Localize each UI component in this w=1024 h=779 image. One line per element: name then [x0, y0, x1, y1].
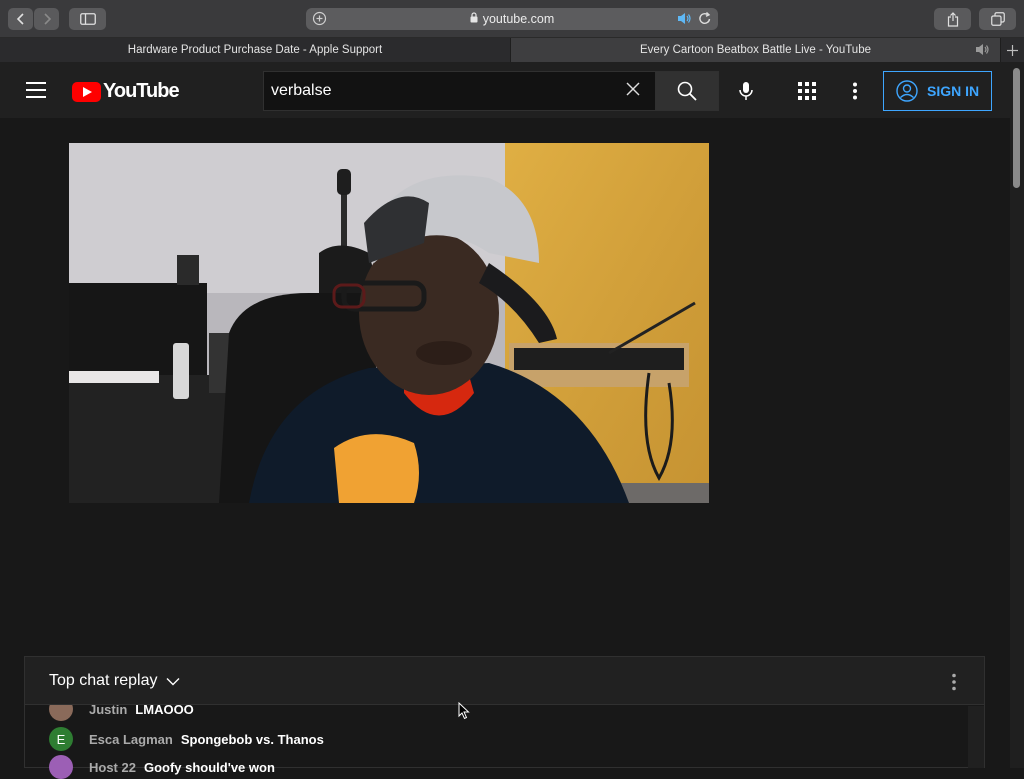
scrollbar-thumb[interactable]: [1013, 68, 1020, 188]
sidebar-icon: [79, 13, 96, 25]
plus-icon: [1007, 44, 1018, 56]
chat-author: Host 22: [89, 759, 136, 775]
tab-audio-icon[interactable]: [974, 43, 990, 59]
back-button[interactable]: [8, 8, 33, 30]
avatar: E: [49, 727, 73, 751]
browser-toolbar: youtube.com: [0, 0, 1024, 38]
forward-button[interactable]: [34, 8, 59, 30]
apps-grid-icon[interactable]: [798, 82, 816, 105]
search-button[interactable]: [655, 71, 719, 111]
search-input-value: verbalse: [271, 82, 332, 99]
tab-apple-support[interactable]: Hardware Product Purchase Date - Apple S…: [0, 38, 511, 62]
lock-icon: [470, 12, 478, 26]
youtube-play-icon: [72, 81, 101, 102]
address-text: youtube.com: [482, 12, 555, 26]
sign-in-button[interactable]: SIGN IN: [883, 71, 992, 111]
page-scrollbar[interactable]: [1010, 62, 1024, 768]
chat-author: Esca Lagman: [89, 731, 173, 747]
video-player[interactable]: [69, 143, 709, 503]
address-bar[interactable]: youtube.com: [306, 8, 718, 30]
search-input[interactable]: verbalse: [263, 71, 656, 111]
chat-more-options-icon[interactable]: [951, 673, 957, 696]
youtube-logo[interactable]: YouTube: [72, 80, 180, 103]
tabs-icon: [990, 12, 1005, 26]
share-icon: [947, 11, 958, 27]
sidebar-toggle-button[interactable]: [69, 8, 106, 30]
chevron-down-icon: [166, 677, 180, 685]
search-icon: [677, 81, 697, 101]
chat-mode-dropdown-overlay[interactable]: Top chat replay: [49, 672, 180, 690]
tab-title: Hardware Product Purchase Date - Apple S…: [127, 44, 383, 56]
share-button[interactable]: [934, 8, 971, 30]
chat-message[interactable]: E Esca Lagman Spongebob vs. Thanos: [49, 727, 324, 751]
chat-message[interactable]: Host 22 Goofy should've won: [49, 755, 275, 779]
microphone-icon[interactable]: [736, 81, 756, 106]
clear-search-icon[interactable]: [626, 82, 640, 101]
chat-text: Goofy should've won: [143, 759, 275, 775]
privacy-report-icon[interactable]: [312, 11, 327, 29]
chat-mode-label: Top chat replay: [49, 672, 158, 689]
sign-in-label: SIGN IN: [927, 83, 980, 99]
reload-icon[interactable]: [698, 11, 712, 29]
chat-text: Spongebob vs. Thanos: [180, 731, 324, 747]
logo-text: YouTube: [103, 80, 180, 102]
menu-icon[interactable]: [26, 82, 46, 98]
mouse-pointer-icon: [458, 701, 470, 725]
tabs-overview-button[interactable]: [979, 8, 1016, 30]
account-icon: [896, 80, 918, 102]
tab-title: Every Cartoon Beatbox Battle Live - YouT…: [640, 44, 871, 56]
more-options-icon[interactable]: [852, 82, 858, 105]
chevron-right-icon: [43, 13, 51, 25]
avatar: [49, 755, 73, 779]
speaker-icon[interactable]: [676, 11, 692, 29]
youtube-masthead: YouTube verbalse SIGN IN: [0, 62, 1010, 118]
watch-page: Top chat replay Justin LMAOOO E Esca Lag…: [0, 118, 1010, 779]
chat-header-overlay: Top chat replay: [25, 657, 984, 705]
chat-replay-panel: Top chat replay Justin LMAOOO E Esca Lag…: [24, 656, 985, 779]
tab-bar: Hardware Product Purchase Date - Apple S…: [0, 38, 1024, 62]
new-tab-button[interactable]: [1001, 38, 1024, 62]
chat-scrollbar[interactable]: [968, 706, 984, 768]
chevron-left-icon: [16, 13, 24, 25]
video-frame: [69, 143, 709, 503]
tab-youtube[interactable]: Every Cartoon Beatbox Battle Live - YouT…: [511, 38, 1001, 62]
